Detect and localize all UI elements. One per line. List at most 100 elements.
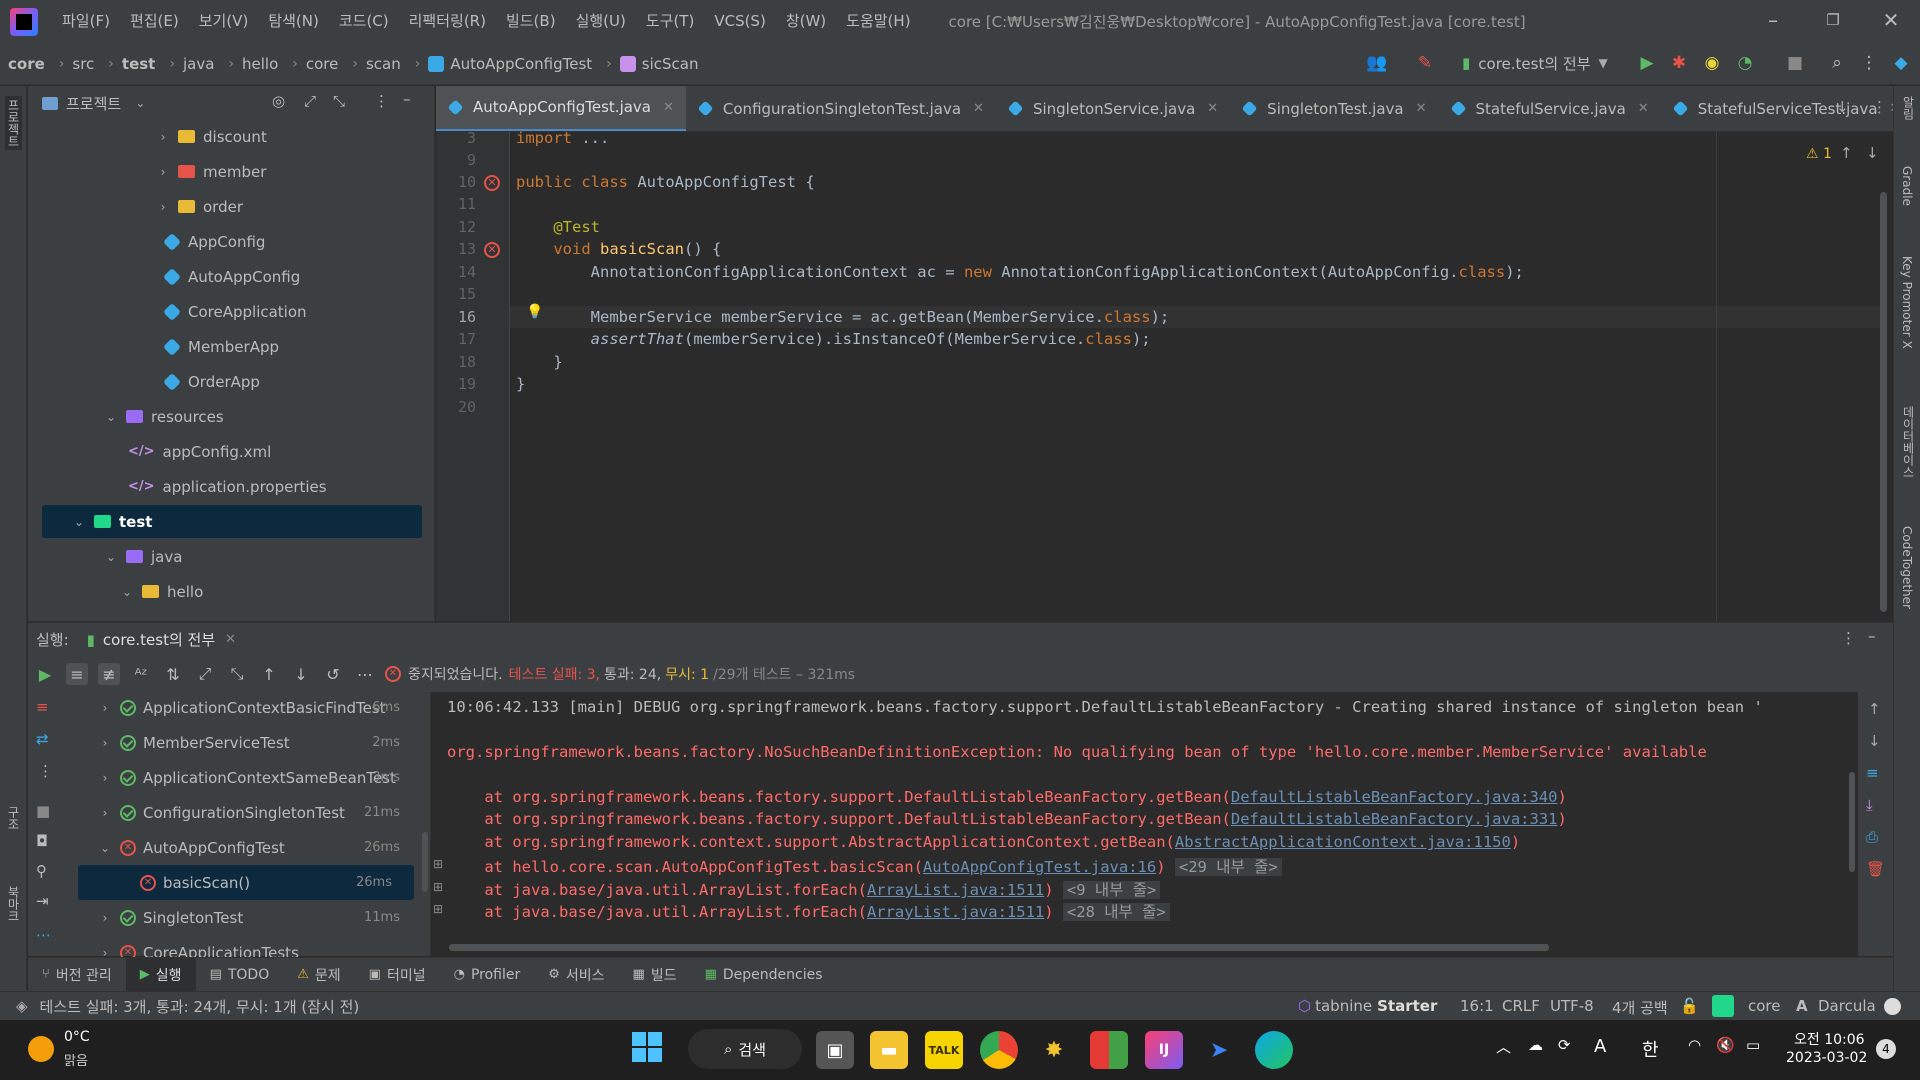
chrome-icon[interactable] bbox=[980, 1031, 1018, 1069]
ime-mode[interactable]: A bbox=[1594, 1036, 1606, 1057]
tree-item-hello[interactable]: ⌄ hello bbox=[28, 575, 435, 608]
frame-link[interactable]: ArrayList.java:1511 bbox=[867, 881, 1044, 899]
rerun-icon[interactable]: ▶ bbox=[34, 663, 56, 685]
close-window-button[interactable]: ✕ bbox=[1862, 0, 1920, 43]
intention-bulb-icon[interactable]: 💡 bbox=[526, 304, 543, 320]
chevron-down-icon[interactable]: ⌄ bbox=[135, 96, 145, 110]
tree-item-discount[interactable]: › discount bbox=[28, 120, 435, 153]
test-row[interactable]: › ApplicationContextSameBeanTest 3ms bbox=[60, 760, 422, 795]
restore-button[interactable]: ❐ bbox=[1804, 0, 1862, 43]
close-tab-icon[interactable]: ✕ bbox=[225, 632, 236, 647]
folded-lines[interactable]: <9 내부 줄> bbox=[1062, 881, 1161, 899]
breadcrumb-item[interactable]: › core bbox=[284, 55, 344, 73]
fold-plus-icon[interactable]: ⊞ bbox=[433, 902, 443, 916]
clock-time[interactable]: 오전 10:06 bbox=[1794, 1029, 1865, 1049]
options-icon[interactable]: ⋮ bbox=[374, 92, 389, 110]
soft-wrap-icon[interactable]: ≡ bbox=[1866, 764, 1879, 782]
project-tool-label[interactable]: 프로젝트 bbox=[5, 96, 22, 150]
editor-scrollbar[interactable] bbox=[1880, 192, 1887, 612]
frame-link[interactable]: ArrayList.java:1511 bbox=[867, 903, 1044, 921]
pin-icon[interactable]: ⚲ bbox=[36, 862, 47, 880]
onedrive-icon[interactable]: ☁ bbox=[1528, 1036, 1543, 1054]
tree-item-appconfig[interactable]: AppConfig bbox=[28, 225, 435, 258]
breadcrumb-item[interactable]: › test bbox=[100, 55, 161, 73]
chevron-down-icon[interactable]: ⌄ bbox=[120, 585, 134, 599]
menu-item[interactable]: 보기(V) bbox=[189, 0, 259, 43]
project-panel-title[interactable]: 프로젝트 bbox=[66, 93, 121, 114]
chevron-up-icon[interactable]: ︿ bbox=[1496, 1036, 1511, 1057]
breadcrumb-item[interactable]: › src bbox=[51, 55, 101, 73]
sync-icon[interactable]: ⟳ bbox=[1558, 1036, 1571, 1054]
run-error-icon[interactable]: ✕ bbox=[484, 242, 500, 258]
profiler-icon[interactable]: ◔ bbox=[1734, 52, 1756, 74]
breadcrumb-item[interactable]: › AutoAppConfigTest bbox=[407, 55, 598, 73]
tree-item-member[interactable]: › member bbox=[28, 155, 435, 188]
tool-tab-problems[interactable]: ⚠ 문제 bbox=[283, 958, 354, 992]
taskbar-search[interactable]: ⌕ 검색 bbox=[688, 1029, 802, 1069]
next-highlight-icon[interactable]: ↓ bbox=[1866, 144, 1879, 162]
more-icon[interactable]: ⋯ bbox=[36, 926, 51, 944]
tool-tab-dependencies[interactable]: ▦ Dependencies bbox=[691, 958, 837, 992]
folded-lines[interactable]: <29 내부 줄> bbox=[1174, 858, 1282, 876]
chevron-right-icon[interactable]: › bbox=[156, 200, 170, 214]
collapse-all-icon[interactable]: ⤡ bbox=[333, 92, 345, 110]
lock-icon[interactable]: 🔓 bbox=[1680, 997, 1699, 1015]
tab-list-icon[interactable]: ↓ bbox=[1836, 98, 1849, 116]
close-tab-icon[interactable]: ✕ bbox=[1638, 101, 1649, 116]
frame-link[interactable]: AutoAppConfigTest.java:16 bbox=[923, 858, 1156, 876]
tab-statefulservice[interactable]: StatefulService.java ✕ bbox=[1439, 86, 1661, 131]
chevron-down-icon[interactable]: ⌄ bbox=[72, 515, 86, 529]
minimize-button[interactable]: – bbox=[1744, 0, 1802, 43]
run-icon[interactable]: ▶ bbox=[1636, 52, 1658, 74]
status-message[interactable]: 테스트 실패: 3개, 통과: 24개, 무시: 1개 (잠시 전) bbox=[40, 996, 360, 1017]
fold-plus-icon[interactable]: ⊞ bbox=[433, 857, 443, 871]
indent-setting[interactable]: 4개 공백 bbox=[1612, 997, 1668, 1018]
clear-console-icon[interactable]: 🗑 bbox=[1866, 860, 1885, 878]
tab-statefulservicetest[interactable]: StatefulServiceTest.java ✕ bbox=[1661, 86, 1893, 131]
test-row[interactable]: ⌄ ✕ AutoAppConfigTest 26ms bbox=[60, 830, 422, 865]
export-icon[interactable]: ⇥ bbox=[36, 892, 49, 910]
cursor-position[interactable]: 16:1 bbox=[1460, 997, 1494, 1015]
menu-item[interactable]: 실행(U) bbox=[566, 0, 636, 43]
hide-panel-icon[interactable]: – bbox=[403, 90, 411, 108]
more-icon[interactable]: ⋯ bbox=[354, 663, 376, 685]
menu-item[interactable]: VCS(S) bbox=[704, 0, 775, 43]
frame-link[interactable]: AbstractApplicationContext.java:1150 bbox=[1175, 833, 1511, 851]
theme-name[interactable]: Darcula bbox=[1818, 997, 1876, 1015]
chevron-right-icon[interactable]: › bbox=[156, 130, 170, 144]
breadcrumb-item[interactable]: › hello bbox=[220, 55, 284, 73]
warning-indicator[interactable]: ⚠ 1 bbox=[1806, 146, 1832, 162]
more-tabs-icon[interactable]: ⋮ bbox=[1872, 98, 1887, 116]
options-icon[interactable]: ⋮ bbox=[1841, 629, 1856, 647]
locate-icon[interactable]: ◎ bbox=[272, 92, 285, 110]
console-scrollbar[interactable] bbox=[1849, 772, 1855, 872]
tabnine-widget[interactable]: ⬡ tabnine Starter bbox=[1298, 997, 1437, 1015]
tree-item-order[interactable]: › order bbox=[28, 190, 435, 223]
menu-item[interactable]: 도움말(H) bbox=[836, 0, 920, 43]
build-hammer-icon[interactable]: ✎ bbox=[1414, 52, 1436, 74]
module-name[interactable]: core bbox=[1748, 997, 1781, 1015]
chevron-right-icon[interactable]: › bbox=[98, 806, 112, 820]
search-icon[interactable]: ⌕ bbox=[1826, 52, 1848, 74]
menu-item[interactable]: 리팩터링(R) bbox=[399, 0, 496, 43]
structure-tool-label[interactable]: 구조 bbox=[5, 806, 22, 830]
tree-item-appconfig-xml[interactable]: </> appConfig.xml bbox=[28, 435, 435, 468]
file-encoding[interactable]: UTF-8 bbox=[1550, 997, 1594, 1015]
chevron-right-icon[interactable]: › bbox=[98, 736, 112, 750]
test-row[interactable]: › ApplicationContextBasicFindTest 6ms bbox=[60, 690, 422, 725]
more-icon[interactable]: ⋮ bbox=[38, 762, 53, 780]
close-tab-icon[interactable]: ✕ bbox=[1890, 101, 1893, 116]
frame-link[interactable]: DefaultListableBeanFactory.java:331 bbox=[1231, 810, 1558, 828]
clock-date[interactable]: 2023-03-02 bbox=[1786, 1050, 1867, 1066]
kakaotalk-icon[interactable]: TALK bbox=[925, 1031, 963, 1069]
scroll-up-icon[interactable]: ↑ bbox=[1868, 700, 1881, 718]
chevron-down-icon[interactable]: ⌄ bbox=[104, 410, 118, 424]
intellij-logo-icon[interactable] bbox=[10, 7, 38, 36]
mute-icon[interactable]: 🔇 bbox=[1716, 1036, 1735, 1054]
menu-item[interactable]: 탐색(N) bbox=[258, 0, 329, 43]
tree-item-resources[interactable]: ⌄ resources bbox=[28, 400, 435, 433]
close-tab-icon[interactable]: ✕ bbox=[1207, 101, 1218, 116]
tree-item-memberapp[interactable]: MemberApp bbox=[28, 330, 435, 363]
run-error-icon[interactable]: ✕ bbox=[484, 175, 500, 191]
jetbrains-ai-icon[interactable]: ◆ bbox=[1890, 52, 1912, 74]
